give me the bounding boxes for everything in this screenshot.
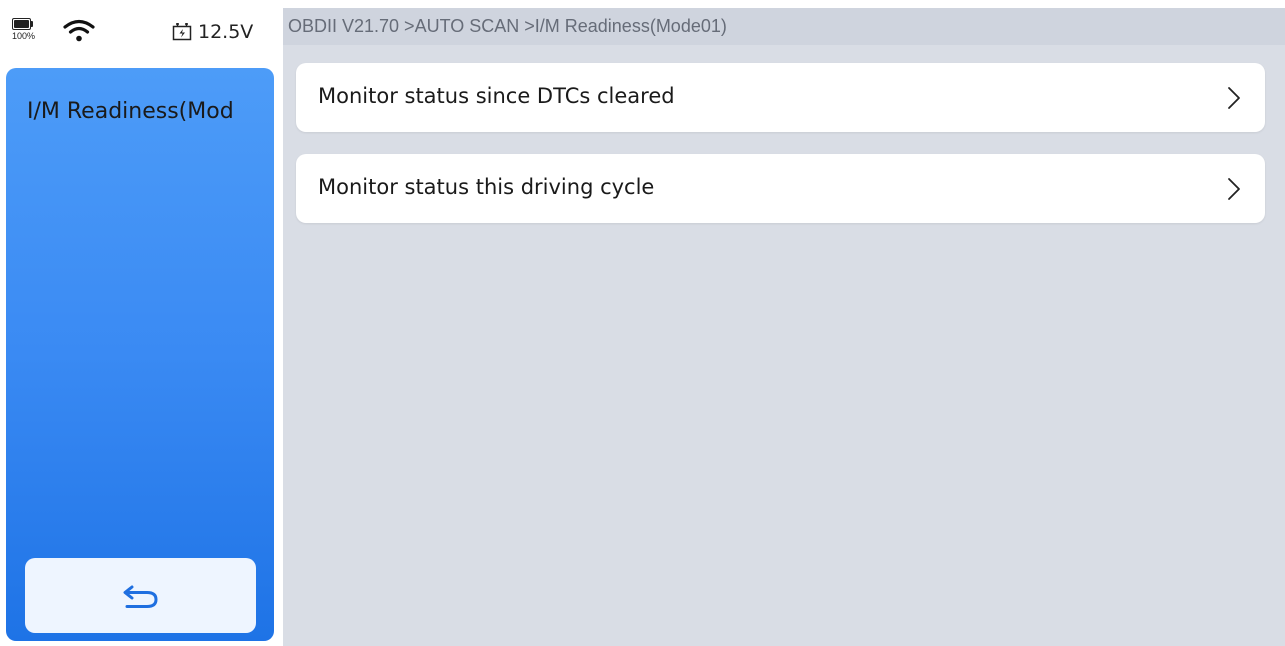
- chevron-right-icon: [1228, 178, 1240, 200]
- menu-item-monitor-this-driving-cycle[interactable]: Monitor status this driving cycle: [296, 154, 1265, 223]
- voltage-value: 12.5V: [198, 21, 254, 43]
- battery-indicator: 100%: [12, 18, 46, 42]
- battery-fill: [14, 20, 29, 28]
- battery-icon: [12, 18, 31, 30]
- return-arrow-icon: [123, 585, 157, 608]
- menu-item-label: Monitor status this driving cycle: [318, 175, 655, 199]
- sidebar-panel: I/M Readiness(Mod: [6, 68, 274, 641]
- menu-item-label: Monitor status since DTCs cleared: [318, 84, 675, 108]
- back-button[interactable]: [25, 558, 256, 633]
- main-panel: OBDII V21.70 >AUTO SCAN >I/M Readiness(M…: [283, 8, 1285, 646]
- status-bar: 100% 12.5V: [0, 0, 280, 62]
- battery-percent: 100%: [12, 31, 36, 41]
- wifi-icon: [63, 19, 95, 42]
- sidebar-title: I/M Readiness(Mod: [27, 99, 234, 124]
- breadcrumb: OBDII V21.70 >AUTO SCAN >I/M Readiness(M…: [288, 16, 727, 36]
- menu-item-monitor-since-dtcs-cleared[interactable]: Monitor status since DTCs cleared: [296, 63, 1265, 132]
- breadcrumb-bar: OBDII V21.70 >AUTO SCAN >I/M Readiness(M…: [283, 8, 1285, 45]
- chevron-right-icon: [1228, 87, 1240, 109]
- voltage-indicator: 12.5V: [172, 19, 253, 45]
- car-battery-icon: [172, 23, 192, 41]
